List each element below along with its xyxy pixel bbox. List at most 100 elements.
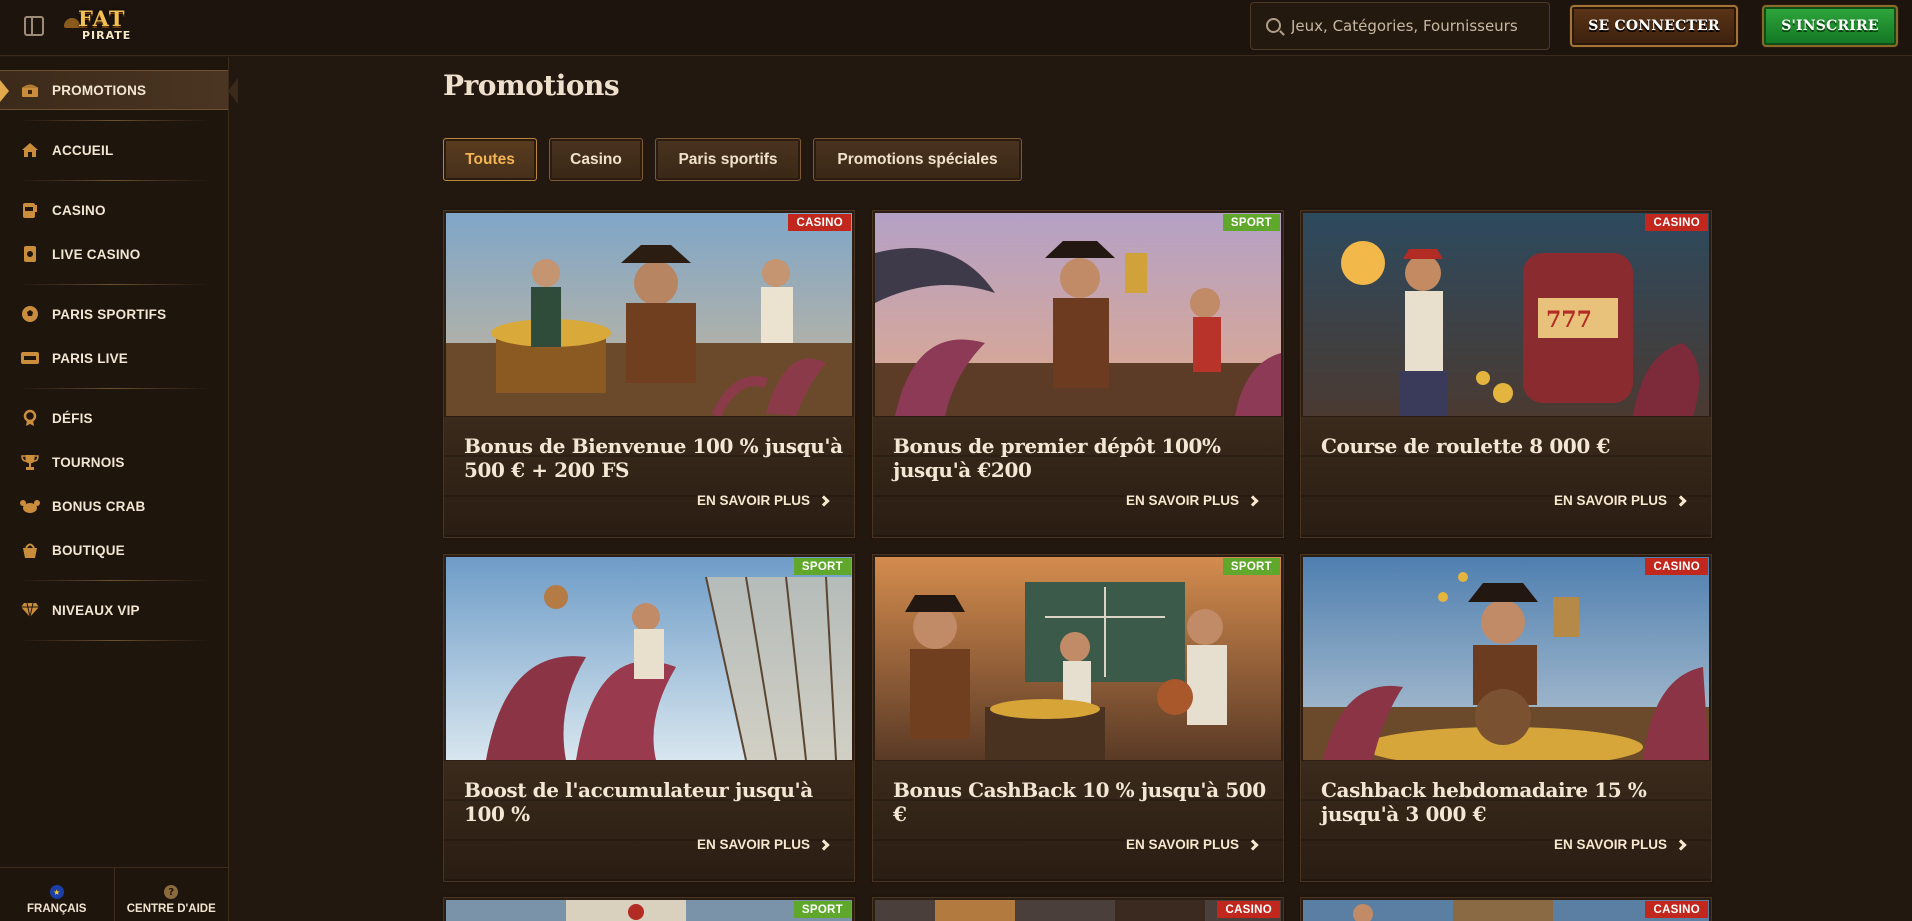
sidebar-item-live-casino[interactable]: LIVE CASINO — [0, 234, 228, 274]
promo-card[interactable]: CASINO Bonus de Bienvenue 100 % jusqu'à … — [443, 210, 855, 538]
language-selector[interactable]: ★ FRANÇAIS — [0, 868, 114, 921]
sidebar-item-label: CASINO — [52, 202, 106, 218]
promo-card[interactable]: SPORT Boost de l'accumulateur jusqu'à 10… — [443, 554, 855, 882]
chevron-right-icon — [1675, 838, 1687, 851]
learn-more-label: EN SAVOIR PLUS — [1125, 837, 1239, 852]
sidebar-item-defis[interactable]: DÉFIS — [0, 398, 228, 438]
search-box[interactable] — [1250, 2, 1550, 50]
help-center-button[interactable]: ? CENTRE D'AIDE — [113, 868, 229, 921]
learn-more-label: EN SAVOIR PLUS — [1553, 837, 1667, 852]
sidebar-item-paris-live[interactable]: PARIS LIVE — [0, 338, 228, 378]
search-input[interactable] — [1291, 3, 1541, 49]
card-title: Bonus CashBack 10 % jusqu'à 500 € — [893, 778, 1266, 826]
shopping-basket-icon — [20, 541, 40, 559]
sidebar-item-label: DÉFIS — [52, 410, 93, 426]
promo-card[interactable]: CASINO Cashback hebdomadaire 15 % jusqu'… — [1300, 554, 1712, 882]
learn-more-label: EN SAVOIR PLUS — [1553, 493, 1667, 508]
learn-more-label: EN SAVOIR PLUS — [1125, 493, 1239, 508]
sidebar-item-bonus-crab[interactable]: BONUS CRAB — [0, 486, 228, 526]
sidebar-item-casino[interactable]: CASINO — [0, 190, 228, 230]
live-cards-icon — [20, 245, 40, 263]
sidebar-divider — [18, 640, 210, 641]
sidebar: PROMOTIONS ACCUEIL CASINO LIVE CASINO PA… — [0, 57, 238, 921]
sidebar-item-label: TOURNOIS — [52, 454, 125, 470]
learn-more-link[interactable]: EN SAVOIR PLUS — [1554, 837, 1689, 852]
learn-more-link[interactable]: EN SAVOIR PLUS — [697, 493, 832, 508]
learn-more-link[interactable]: EN SAVOIR PLUS — [1126, 837, 1261, 852]
sidebar-item-boutique[interactable]: BOUTIQUE — [0, 530, 228, 570]
card-title: Boost de l'accumulateur jusqu'à 100 % — [464, 778, 813, 826]
chevron-right-icon — [1675, 494, 1687, 507]
promo-image — [446, 213, 852, 416]
sidebar-item-label: NIVEAUX VIP — [52, 602, 140, 618]
promo-image — [446, 900, 852, 921]
logo-text-bottom: PIRATE — [82, 29, 132, 42]
learn-more-label: EN SAVOIR PLUS — [696, 493, 810, 508]
medal-icon — [20, 409, 40, 427]
learn-more-link[interactable]: EN SAVOIR PLUS — [697, 837, 832, 852]
sidebar-toggle-icon[interactable] — [24, 16, 44, 36]
help-center-label: CENTRE D'AIDE — [126, 903, 216, 915]
card-title: Bonus de premier dépôt 100% jusqu'à €200 — [893, 434, 1221, 482]
logo-text-top: FAT — [78, 6, 126, 31]
fat-pirate-logo[interactable]: FAT PIRATE — [64, 6, 146, 46]
sport-badge: SPORT — [793, 901, 851, 918]
sidebar-item-niveaux-vip[interactable]: NIVEAUX VIP — [0, 590, 228, 630]
chevron-right-icon — [818, 838, 830, 851]
sidebar-item-label: PROMOTIONS — [52, 82, 147, 98]
sport-badge: SPORT — [1222, 558, 1280, 575]
sidebar-divider — [18, 388, 210, 389]
signup-button[interactable]: S'INSCRIRE — [1762, 5, 1898, 47]
tab-promotions-speciales[interactable]: Promotions spéciales — [813, 138, 1022, 181]
tab-casino[interactable]: Casino — [549, 138, 643, 181]
promo-card[interactable]: SPORT Bonus CashBack 10 % jusqu'à 500 € … — [872, 554, 1284, 882]
casino-badge: CASINO — [1217, 901, 1280, 918]
sidebar-item-accueil[interactable]: ACCUEIL — [0, 130, 228, 170]
promo-card[interactable]: CASINO — [872, 897, 1284, 921]
promo-card[interactable]: 777 CASINO Course de roulette 8 000 € EN… — [1300, 210, 1712, 538]
learn-more-label: EN SAVOIR PLUS — [696, 837, 810, 852]
casino-badge: CASINO — [1645, 901, 1708, 918]
chevron-right-icon — [1247, 838, 1259, 851]
learn-more-link[interactable]: EN SAVOIR PLUS — [1554, 493, 1689, 508]
promo-image — [446, 557, 852, 760]
promo-card[interactable]: SPORT Bonus de premier dépôt 100% jusqu'… — [872, 210, 1284, 538]
promo-card[interactable]: CASINO — [1300, 897, 1712, 921]
tab-paris-sportifs[interactable]: Paris sportifs — [655, 138, 801, 181]
slot-machine-icon — [20, 201, 40, 219]
promo-image — [875, 213, 1281, 416]
casino-badge: CASINO — [1645, 214, 1708, 231]
treasure-chest-icon — [20, 81, 40, 99]
casino-badge: CASINO — [1645, 558, 1708, 575]
page-title: Promotions — [443, 69, 620, 102]
sidebar-divider — [18, 120, 210, 121]
search-icon — [1266, 18, 1281, 33]
eu-flag-icon: ★ — [49, 885, 64, 899]
sidebar-divider — [18, 580, 210, 581]
sidebar-item-label: PARIS SPORTIFS — [52, 306, 167, 322]
svg-text:777: 777 — [1546, 307, 1592, 333]
promo-card[interactable]: SPORT — [443, 897, 855, 921]
live-badge-icon — [20, 349, 40, 367]
soccer-ball-icon — [20, 305, 40, 323]
sport-badge: SPORT — [793, 558, 851, 575]
login-button[interactable]: SE CONNECTER — [1570, 5, 1738, 47]
card-title: Course de roulette 8 000 € — [1321, 434, 1610, 458]
sidebar-item-paris-sportifs[interactable]: PARIS SPORTIFS — [0, 294, 228, 334]
learn-more-link[interactable]: EN SAVOIR PLUS — [1126, 493, 1261, 508]
sidebar-item-label: LIVE CASINO — [52, 246, 141, 262]
promo-image — [1303, 557, 1709, 760]
sidebar-item-label: ACCUEIL — [52, 142, 114, 158]
sidebar-item-label: PARIS LIVE — [52, 350, 129, 366]
tab-toutes[interactable]: Toutes — [443, 138, 537, 181]
home-icon — [20, 141, 40, 159]
casino-badge: CASINO — [788, 214, 851, 231]
chevron-right-icon — [818, 494, 830, 507]
trophy-icon — [20, 453, 40, 471]
sidebar-item-tournois[interactable]: TOURNOIS — [0, 442, 228, 482]
sidebar-item-label: BONUS CRAB — [52, 498, 146, 514]
sidebar-item-promotions[interactable]: PROMOTIONS — [0, 70, 238, 110]
language-label: FRANÇAIS — [27, 903, 87, 915]
sidebar-item-label: BOUTIQUE — [52, 542, 125, 558]
sidebar-footer: ★ FRANÇAIS ? CENTRE D'AIDE — [0, 867, 228, 921]
